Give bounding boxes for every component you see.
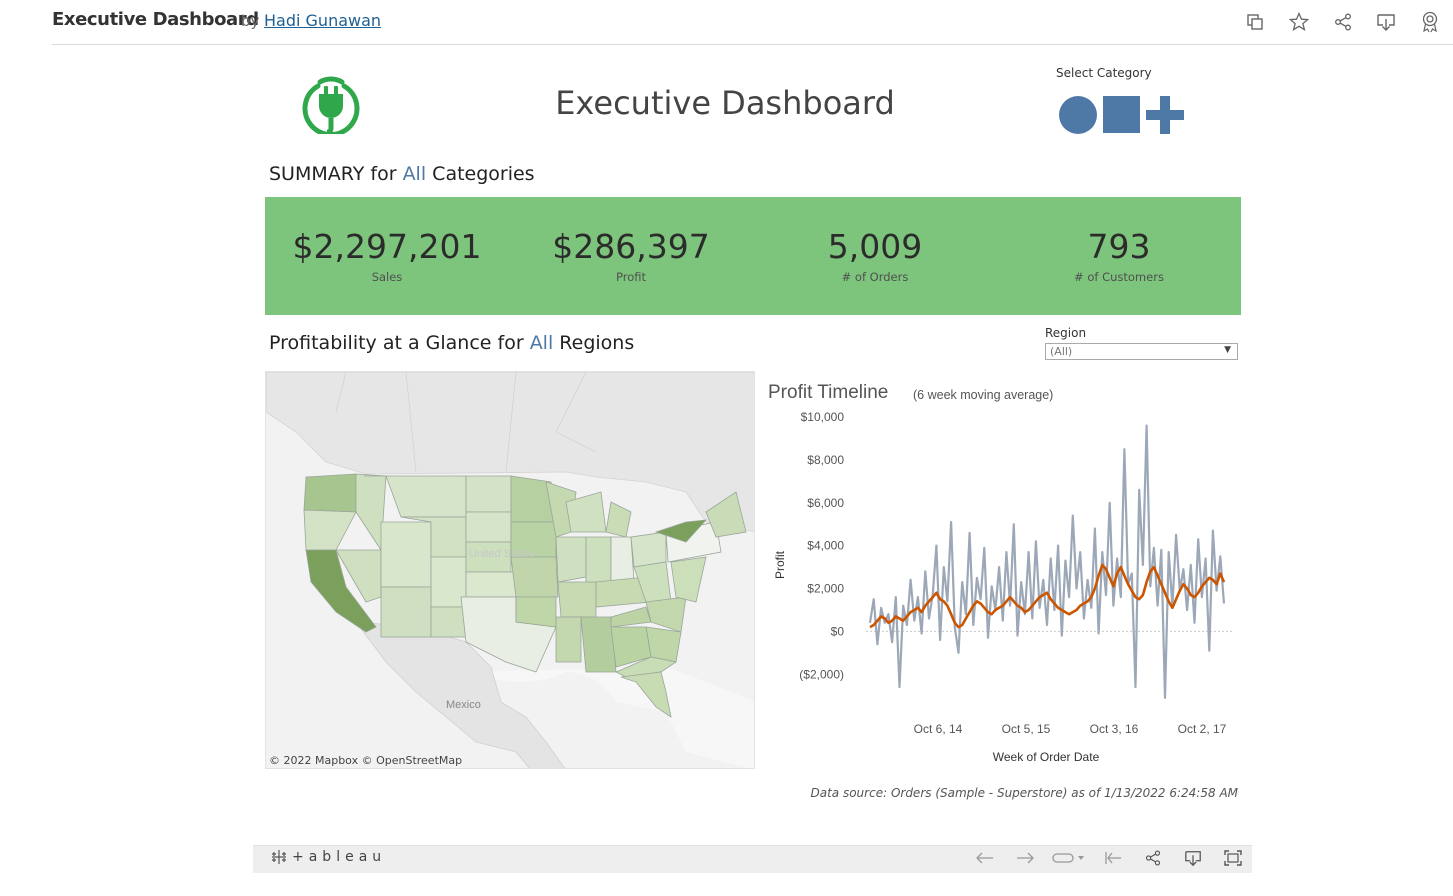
category-plus-button[interactable] bbox=[1146, 96, 1184, 134]
x-tick-label: Oct 2, 17 bbox=[1178, 722, 1227, 736]
kpi-profit: $286,397 Profit bbox=[509, 226, 753, 284]
kpi-value: 793 bbox=[1087, 227, 1151, 266]
data-source-note: Data source: Orders (Sample - Superstore… bbox=[810, 786, 1239, 800]
profit-weekly-line bbox=[868, 424, 1226, 699]
select-category-label: Select Category bbox=[1056, 66, 1152, 80]
undo-icon[interactable] bbox=[973, 848, 997, 868]
kpi-label: # of Orders bbox=[841, 270, 909, 284]
y-tick-label: ($2,000) bbox=[799, 667, 844, 681]
profitability-highlight: All bbox=[529, 332, 554, 354]
summary-suffix: Categories bbox=[432, 163, 535, 185]
profit-map[interactable]: United States Mexico bbox=[265, 371, 755, 769]
x-axis-label: Week of Order Date bbox=[993, 750, 1100, 764]
workbook-title: Executive Dashboard bbox=[52, 9, 259, 30]
category-square-button[interactable] bbox=[1103, 96, 1141, 134]
x-tick-label: Oct 5, 15 bbox=[1002, 722, 1051, 736]
map-label-us: United States bbox=[469, 548, 536, 560]
header-divider bbox=[52, 44, 1453, 45]
kpi-value: 5,009 bbox=[827, 227, 923, 266]
tableau-logo bbox=[270, 850, 288, 866]
y-tick-label: $2,000 bbox=[807, 582, 844, 596]
star-icon[interactable] bbox=[1287, 10, 1311, 34]
download-icon[interactable] bbox=[1374, 10, 1398, 34]
chart-subtitle: (6 week moving average) bbox=[913, 388, 1053, 402]
fullscreen-icon[interactable] bbox=[1221, 848, 1245, 868]
summary-prefix: SUMMARY for bbox=[269, 163, 397, 185]
kpi-customers: 793 # of Customers bbox=[997, 226, 1241, 284]
kpi-value: $2,297,201 bbox=[292, 227, 482, 266]
author-prefix: by bbox=[241, 12, 260, 30]
share-icon[interactable] bbox=[1141, 848, 1165, 868]
kpi-label: # of Customers bbox=[1074, 270, 1164, 284]
x-tick-label: Oct 3, 16 bbox=[1090, 722, 1139, 736]
chart-title: Profit Timeline bbox=[768, 382, 888, 403]
region-value: (All) bbox=[1050, 345, 1073, 358]
kpi-label: Sales bbox=[371, 270, 403, 284]
region-dropdown[interactable]: (All) ▼ bbox=[1045, 343, 1238, 360]
region-label: Region bbox=[1045, 326, 1087, 340]
summary-highlight: All bbox=[402, 163, 427, 185]
badge-icon[interactable] bbox=[1418, 10, 1442, 34]
copy-icon[interactable] bbox=[1243, 10, 1267, 34]
y-tick-label: $4,000 bbox=[807, 539, 844, 553]
plug-logo bbox=[300, 72, 362, 137]
author-link[interactable]: Hadi Gunawan bbox=[264, 11, 381, 30]
kpi-value: $286,397 bbox=[552, 227, 710, 266]
share-icon[interactable] bbox=[1331, 10, 1355, 34]
profitability-suffix: Regions bbox=[559, 332, 635, 354]
summary-title: SUMMARY for All Categories bbox=[269, 163, 535, 185]
dashboard-title: Executive Dashboard bbox=[555, 84, 895, 122]
category-circle-button[interactable] bbox=[1058, 96, 1098, 136]
y-axis-label: Profit bbox=[773, 550, 787, 579]
kpi-sales: $2,297,201 Sales bbox=[265, 226, 509, 284]
revert-icon[interactable] bbox=[1050, 848, 1088, 868]
kpi-orders: 5,009 # of Orders bbox=[753, 226, 997, 284]
tableau-wordmark: +ableau bbox=[292, 849, 387, 865]
profit-timeline-chart[interactable]: Profit Timeline (6 week moving average) $1… bbox=[762, 375, 1242, 770]
download-icon[interactable] bbox=[1181, 848, 1205, 868]
profitability-prefix: Profitability at a Glance for bbox=[269, 332, 524, 354]
map-label-mexico: Mexico bbox=[446, 699, 481, 711]
redo-icon[interactable] bbox=[1013, 848, 1037, 868]
profitability-title: Profitability at a Glance for All Region… bbox=[269, 332, 634, 354]
y-tick-label: $6,000 bbox=[807, 496, 844, 510]
chevron-down-icon: ▼ bbox=[1224, 345, 1231, 355]
kpi-label: Profit bbox=[616, 270, 646, 284]
map-attribution: © 2022 Mapbox © OpenStreetMap bbox=[269, 754, 463, 767]
y-tick-label: $0 bbox=[831, 624, 845, 638]
y-tick-label: $8,000 bbox=[807, 453, 844, 467]
first-page-icon[interactable] bbox=[1101, 848, 1125, 868]
y-tick-label: $10,000 bbox=[801, 410, 845, 424]
x-tick-label: Oct 6, 14 bbox=[914, 722, 963, 736]
